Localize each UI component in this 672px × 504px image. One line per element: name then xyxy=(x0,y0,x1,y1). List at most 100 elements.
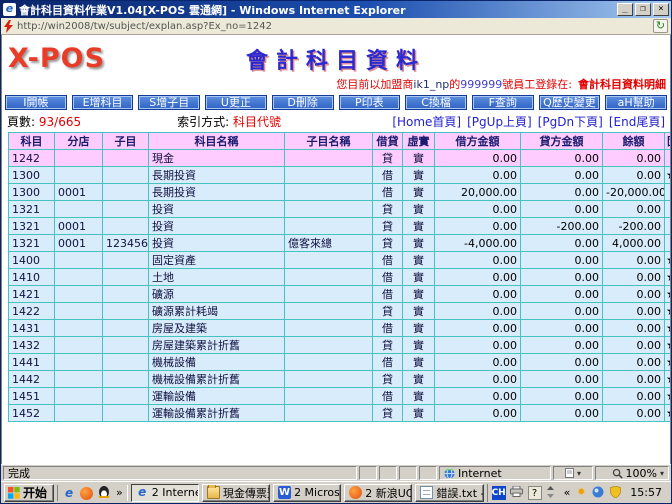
toolbar-button-delete[interactable]: D刪除 xyxy=(272,95,334,110)
table-cell: 實 xyxy=(403,167,435,184)
table-cell xyxy=(103,405,149,422)
table-row[interactable]: 1410土地借實0.000.000.00★ xyxy=(9,269,672,286)
table-row[interactable]: 1422礦源累計耗竭貸實0.000.000.00★ xyxy=(9,303,672,320)
browser-window: e 會計科目資料作業V1.04[X-POS 雲通網] - Windows Int… xyxy=(0,0,672,504)
table-cell: 貸 xyxy=(373,303,403,320)
toolbar-button-add-subject[interactable]: E增科目 xyxy=(72,95,134,110)
minimize-button[interactable]: _ xyxy=(617,3,633,16)
table-cell: 1242 xyxy=(9,150,55,167)
toolbar-button-open-book[interactable]: I開帳 xyxy=(5,95,67,110)
taskbar-button[interactable]: 2 新浪UC xyxy=(344,484,412,502)
column-header: 借方金額 xyxy=(435,133,521,150)
table-cell xyxy=(285,286,373,303)
table-row[interactable]: 1451運輸設備借實0.000.000.00★ xyxy=(9,388,672,405)
tray-star-icon[interactable]: ✹ xyxy=(574,486,588,500)
security-shield-icon[interactable] xyxy=(610,486,624,500)
url-text[interactable]: http://win2008/tw/subject/explan.asp?Ex_… xyxy=(17,21,649,32)
table-cell xyxy=(285,218,373,235)
table-cell: 0.00 xyxy=(521,184,603,201)
table-row[interactable]: 1242現金貸實0.000.000.00 xyxy=(9,150,672,167)
toolbar-button-update[interactable]: U更正 xyxy=(205,95,267,110)
table-cell: 0.00 xyxy=(435,167,521,184)
nav-link-end[interactable]: [End尾頁] xyxy=(609,113,665,130)
close-button[interactable]: × xyxy=(653,3,669,16)
tray-uc-icon[interactable] xyxy=(592,486,606,500)
page-header: X-POS 會計科目資料 您目前以加盟商ik1_np的999999號員工登錄在:… xyxy=(2,35,670,93)
restore-button[interactable]: ❐ xyxy=(635,3,651,16)
table-cell: -4,000.00 xyxy=(435,235,521,252)
table-row[interactable]: 1421礦源借實0.000.000.00★ xyxy=(9,286,672,303)
printer-icon[interactable] xyxy=(510,486,524,500)
table-cell: 0.00 xyxy=(435,320,521,337)
protected-mode-dropdown[interactable]: ▾ xyxy=(553,466,593,480)
row-flag-star xyxy=(665,184,672,201)
table-cell xyxy=(285,320,373,337)
table-cell: 貸 xyxy=(373,371,403,388)
security-zone: Internet xyxy=(439,466,551,480)
table-row[interactable]: 1400固定資產借實0.000.000.00★ xyxy=(9,252,672,269)
help-icon[interactable]: ? xyxy=(528,486,542,500)
table-row[interactable]: 1300長期投資借實0.000.000.00★ xyxy=(9,167,672,184)
table-cell: 實 xyxy=(403,303,435,320)
table-row[interactable]: 1432房屋建築累計折舊貸實0.000.000.00★ xyxy=(9,337,672,354)
table-cell: 0.00 xyxy=(435,388,521,405)
start-button[interactable]: 开始 xyxy=(4,484,54,502)
toolbar-button-switch-file[interactable]: C換檔 xyxy=(405,95,467,110)
zoom-control[interactable]: 100% ▾ xyxy=(595,466,669,480)
table-cell: 借 xyxy=(373,320,403,337)
ie-icon[interactable]: e xyxy=(62,486,76,500)
toolbar-button-history[interactable]: Q歷史變更 xyxy=(539,95,601,110)
row-flag-star xyxy=(665,235,672,252)
table-cell: 長期投資 xyxy=(149,184,285,201)
taskbar-button[interactable]: e2 Internet... xyxy=(131,484,199,502)
toolbar-button-help[interactable]: aH幫助 xyxy=(605,95,667,110)
taskbar-button[interactable]: 錯誤.txt - ... xyxy=(415,484,483,502)
login-part: 999999 xyxy=(460,78,502,91)
taskbar-clock[interactable]: 15:57 xyxy=(628,486,664,499)
updown-arrows-icon[interactable] xyxy=(546,486,560,500)
row-flag-star: ★ xyxy=(665,405,672,422)
title-bar: e 會計科目資料作業V1.04[X-POS 雲通網] - Windows Int… xyxy=(1,1,671,18)
table-row[interactable]: 1452運輸設備累計折舊貸實0.000.000.00★ xyxy=(9,405,672,422)
column-header: 固 xyxy=(665,133,672,150)
table-cell: 1431 xyxy=(9,320,55,337)
table-row[interactable]: 13000001長期投資借實20,000.000.00-20,000.00 xyxy=(9,184,672,201)
table-cell: 0.00 xyxy=(603,320,665,337)
table-cell: 0.00 xyxy=(603,252,665,269)
table-cell: 0.00 xyxy=(435,405,521,422)
table-cell: 貸 xyxy=(373,201,403,218)
table-row[interactable]: 1442機械設備累計折舊貸實0.000.000.00★ xyxy=(9,371,672,388)
table-row[interactable]: 1441機械設備借實0.000.000.00★ xyxy=(9,354,672,371)
tray-collapse-chevron[interactable]: « xyxy=(564,486,571,499)
table-cell xyxy=(285,371,373,388)
quick-launch-overflow-chevron[interactable]: » xyxy=(116,486,123,499)
login-part: ik1_np xyxy=(413,78,449,91)
toolbar-button-print[interactable]: P印表 xyxy=(339,95,401,110)
table-cell: 0.00 xyxy=(521,167,603,184)
row-flag-star: ★ xyxy=(665,354,672,371)
table-cell xyxy=(285,252,373,269)
taskbar-button[interactable]: W2 Microsof... xyxy=(273,484,341,502)
toolbar-button-query[interactable]: F查詢 xyxy=(472,95,534,110)
table-row[interactable]: 13210001投資貸實0.00-200.00-200.00 xyxy=(9,218,672,235)
qq-icon[interactable] xyxy=(98,486,112,500)
nav-link-pgdn[interactable]: [PgDn下頁] xyxy=(538,113,603,130)
table-cell: 0001 xyxy=(55,235,103,252)
taskbar-button-label: 2 新浪UC xyxy=(365,485,412,501)
table-row[interactable]: 1321投資貸實0.000.000.00 xyxy=(9,201,672,218)
refresh-icon[interactable]: ↻ xyxy=(653,19,668,33)
status-cell xyxy=(399,466,417,480)
table-cell: 房屋及建築 xyxy=(149,320,285,337)
table-row[interactable]: 1431房屋及建築借實0.000.000.00★ xyxy=(9,320,672,337)
table-row[interactable]: 13210001123456投資億客來總貸實-4,000.000.004,000… xyxy=(9,235,672,252)
table-cell: 4,000.00 xyxy=(603,235,665,252)
input-method-indicator[interactable]: CH xyxy=(492,486,506,500)
table-cell: 貸 xyxy=(373,235,403,252)
nav-link-home[interactable]: [Home首頁] xyxy=(392,113,461,130)
nav-link-pgup[interactable]: [PgUp上頁] xyxy=(467,113,532,130)
taskbar-button[interactable]: 現金傳票登錄 xyxy=(202,484,270,502)
toolbar-button-add-subitem[interactable]: S增子目 xyxy=(138,95,200,110)
table-cell: 1421 xyxy=(9,286,55,303)
messenger-icon[interactable] xyxy=(80,486,94,500)
table-cell: 房屋建築累計折舊 xyxy=(149,337,285,354)
